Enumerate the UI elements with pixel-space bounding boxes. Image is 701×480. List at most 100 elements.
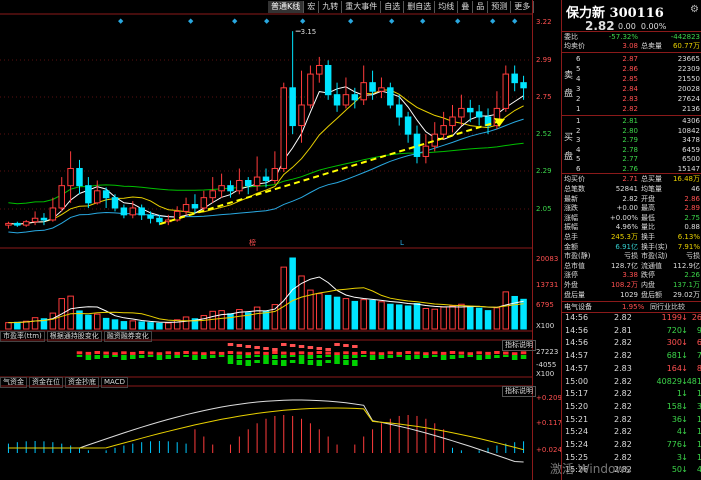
sector-name[interactable]: 电气设备: [564, 302, 592, 312]
toolbar-more[interactable]: 更多: [511, 1, 535, 13]
indicator-bar-green: [334, 360, 340, 364]
indicator-bar-green: [183, 355, 189, 357]
volume-bar-up: [360, 299, 367, 330]
tick-time: 15:24: [565, 427, 589, 437]
tab-pe-ttm[interactable]: 市盈率(ttm): [0, 331, 45, 342]
volume-bar-down: [111, 319, 119, 330]
indicator-bar-red: [112, 352, 118, 356]
buy-volume: 3478: [682, 136, 700, 144]
buy-volume: 15147: [677, 164, 700, 173]
stat-value: 3.38: [622, 271, 638, 280]
sell-order-row[interactable]: 3 2.84 20028: [562, 85, 701, 93]
buy-order-row[interactable]: 6 2.76 15147: [562, 165, 701, 173]
stat-label: 涨幅: [564, 213, 578, 222]
volume-bar-down: [467, 305, 474, 330]
tick-row: 15:21 2.82 36 ↓ 1: [562, 414, 701, 425]
tab-fund-position[interactable]: 资金在位: [29, 377, 63, 388]
indicator-bar-red: [298, 345, 305, 348]
tab-fund-flow[interactable]: 气资金: [0, 377, 27, 388]
indicator-bar-red: [281, 343, 287, 346]
buy-order-row[interactable]: 4 2.78 6459: [562, 146, 701, 154]
stat-value: 128.7亿: [610, 261, 638, 270]
stat-row: 最新 2.82 开盘 2.86: [562, 195, 701, 203]
buy-order-row[interactable]: 2 2.80 10842: [562, 127, 701, 135]
sell-order-row[interactable]: 1 2.82 2136: [562, 105, 701, 113]
event-marker-icon: ◆: [455, 17, 461, 25]
indicator-bar-green: [174, 355, 180, 358]
stat-value: 245.3万: [610, 233, 638, 241]
sell-order-row[interactable]: 4 2.85 21550: [562, 75, 701, 83]
volume-bar-down: [324, 294, 332, 330]
indicator-bar-green: [254, 360, 260, 363]
gear-icon[interactable]: ⚙: [690, 4, 699, 15]
kline-chart-area[interactable]: ◆ ◆ ◆ ◆ ◆ ◆ ◆ ◆ ◆ ◆ ◆ 3.15 榜 L 普通K线 宏 九转 重大事件 自选 删自选 …: [0, 0, 562, 480]
volume-bar-up: [5, 322, 12, 330]
kline-chart[interactable]: ◆ ◆ ◆ ◆ ◆ ◆ ◆ ◆ ◆ ◆ ◆ 3.15 榜 L: [0, 0, 561, 480]
buy-level: 2: [576, 126, 581, 135]
candle-up: [67, 167, 74, 187]
buy-order-row[interactable]: 3 2.79 3478: [562, 136, 701, 144]
candle-down: [147, 214, 154, 219]
volume-bar-down: [156, 322, 163, 330]
tab-fund-bottom[interactable]: 资金抄底: [65, 377, 99, 388]
toolbar-macro[interactable]: 宏: [304, 1, 320, 13]
toolbar-overlay[interactable]: 叠: [458, 1, 474, 13]
volume-tick-label: 6795: [536, 301, 554, 309]
tab-margin-trading[interactable]: 融资融券变化: [103, 331, 152, 342]
toolbar-forecast[interactable]: 预测: [488, 1, 512, 13]
indicator-bar-green: [227, 355, 234, 360]
sell-order-row[interactable]: 2 2.83 27624: [562, 95, 701, 103]
candle-down: [324, 64, 332, 96]
candle-up: [440, 125, 447, 135]
arrow-down-icon: ↓: [681, 452, 688, 462]
volume-bar-down: [147, 322, 154, 330]
buy-order-row[interactable]: 5 2.77 6500: [562, 155, 701, 163]
price-tick-label: 2.75: [536, 93, 552, 101]
toolbar-remove-watchlist[interactable]: 删自选: [404, 1, 436, 13]
stat-row: 盘后量 1029 盘后额 29.02万: [562, 291, 701, 299]
indicator-bar-green: [485, 355, 491, 359]
indicator-help-button-2[interactable]: 指标说明: [502, 386, 536, 397]
sell-order-row[interactable]: 6 2.87 23665: [562, 55, 701, 63]
stat-value: 108.2万: [610, 281, 638, 289]
stat-label: 盘后额: [641, 290, 662, 299]
toolbar-kline-type[interactable]: 普通K线: [268, 1, 305, 13]
industry-compare-link[interactable]: 同行业比较: [650, 302, 685, 312]
toolbar-product[interactable]: 品: [473, 1, 489, 13]
indicator-bar-green: [156, 355, 163, 360]
indicator-bar-red: [289, 352, 296, 356]
stat-label: 总笔数: [564, 185, 585, 193]
divider: [562, 52, 701, 53]
indicator-bar-red: [85, 351, 92, 355]
arrow-down-icon: ↓: [681, 389, 688, 399]
indicator-bar-red: [307, 346, 314, 349]
stat-label: 金额: [564, 242, 578, 251]
tab-macd[interactable]: MACD: [101, 377, 128, 388]
indicator-bar-red: [281, 351, 287, 355]
tick-count: 26: [691, 313, 701, 322]
tick-time: 15:21: [565, 414, 589, 424]
indicator-bar-green: [245, 360, 251, 366]
buy-order-row[interactable]: 1 2.81 4306: [562, 117, 701, 125]
volume-bar-down: [351, 300, 359, 330]
volume-bar-up: [165, 322, 172, 330]
event-marker-icon: ◆: [300, 17, 306, 25]
volume-bar-down: [289, 257, 296, 330]
sell-order-row[interactable]: 5 2.86 22309: [562, 65, 701, 73]
indicator-bar-green: [511, 355, 518, 360]
tick-time: 15:17: [565, 389, 589, 399]
indicator-bar-green: [272, 360, 278, 365]
toolbar-add-watchlist[interactable]: 自选: [381, 1, 405, 13]
buy-price: 2.78: [622, 145, 638, 154]
candle-up: [218, 185, 225, 192]
indicator-help-button-1[interactable]: 指标说明: [502, 340, 536, 351]
tab-northbound-holding[interactable]: 根据通持股变化: [46, 331, 102, 342]
volume-bar-down: [227, 313, 234, 330]
event-marker: L: [400, 239, 404, 247]
volume-bar-up: [493, 307, 501, 330]
toolbar-major-events[interactable]: 重大事件: [342, 1, 382, 13]
candle-up: [129, 207, 137, 216]
tick-row: 14:57 2.83 164 ↓ 8: [562, 363, 701, 374]
toolbar-nine-turn[interactable]: 九转: [319, 1, 343, 13]
toolbar-ma[interactable]: 均线: [435, 1, 459, 13]
